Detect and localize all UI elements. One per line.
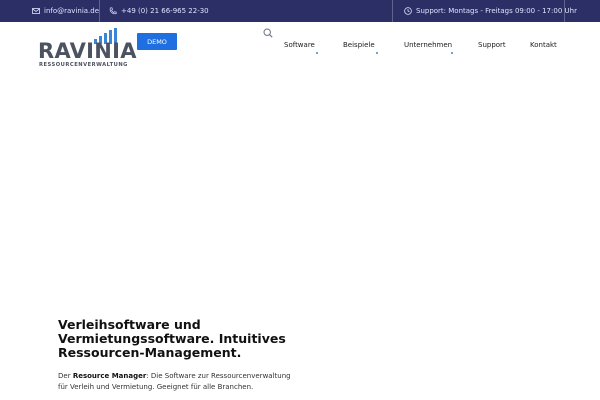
divider xyxy=(564,0,565,22)
nav-label: Software xyxy=(284,41,315,49)
dropdown-indicator-icon xyxy=(451,52,453,54)
dropdown-indicator-icon xyxy=(376,52,378,54)
logo-subtitle: RESSOURCENVERWALTUNG xyxy=(39,62,128,68)
support-hours-text: Support: Montags - Freitags 09:00 - 17:0… xyxy=(416,7,577,15)
nav-item-software[interactable]: Software xyxy=(284,41,315,49)
phone-icon xyxy=(109,7,117,15)
phone-link[interactable]: +49 (0) 21 66-965 22-30 xyxy=(109,0,209,22)
top-bar: info@ravinia.de +49 (0) 21 66-965 22-30 … xyxy=(0,0,600,22)
divider xyxy=(99,0,100,22)
nav-label: Unternehmen xyxy=(404,41,453,49)
nav-item-kontakt[interactable]: Kontakt xyxy=(530,41,557,49)
ravinia-logo[interactable]: RAVINIA RESSOURCENVERWALTUNG xyxy=(38,28,137,68)
email-text: info@ravinia.de xyxy=(44,7,100,15)
hero-text-prefix: Der xyxy=(58,372,73,380)
nav-item-beispiele[interactable]: Beispiele xyxy=(343,41,375,49)
product-name: Resource Manager xyxy=(72,372,147,380)
logo-wordmark: RAVINIA xyxy=(38,39,137,63)
site-header: RAVINIA RESSOURCENVERWALTUNG DEMO Softwa… xyxy=(0,22,600,72)
envelope-icon xyxy=(32,7,40,15)
hero-title: Verleihsoftware und Vermietungssoftware.… xyxy=(58,317,286,360)
nav-item-support[interactable]: Support xyxy=(478,41,506,49)
clock-icon xyxy=(404,7,412,15)
phone-text: +49 (0) 21 66-965 22-30 xyxy=(121,7,209,15)
support-hours: Support: Montags - Freitags 09:00 - 17:0… xyxy=(404,0,577,22)
divider xyxy=(392,0,393,22)
nav-label: Support xyxy=(478,41,506,49)
demo-button[interactable]: DEMO xyxy=(137,33,177,50)
email-link[interactable]: info@ravinia.de xyxy=(32,0,99,22)
nav-label: Beispiele xyxy=(343,41,375,49)
nav-label: Kontakt xyxy=(530,41,557,49)
nav-item-unternehmen[interactable]: Unternehmen xyxy=(404,41,452,49)
hero-description: Der Resource Manager: Die Software zur R… xyxy=(58,371,298,393)
dropdown-indicator-icon xyxy=(316,52,318,54)
search-icon[interactable] xyxy=(263,23,273,38)
